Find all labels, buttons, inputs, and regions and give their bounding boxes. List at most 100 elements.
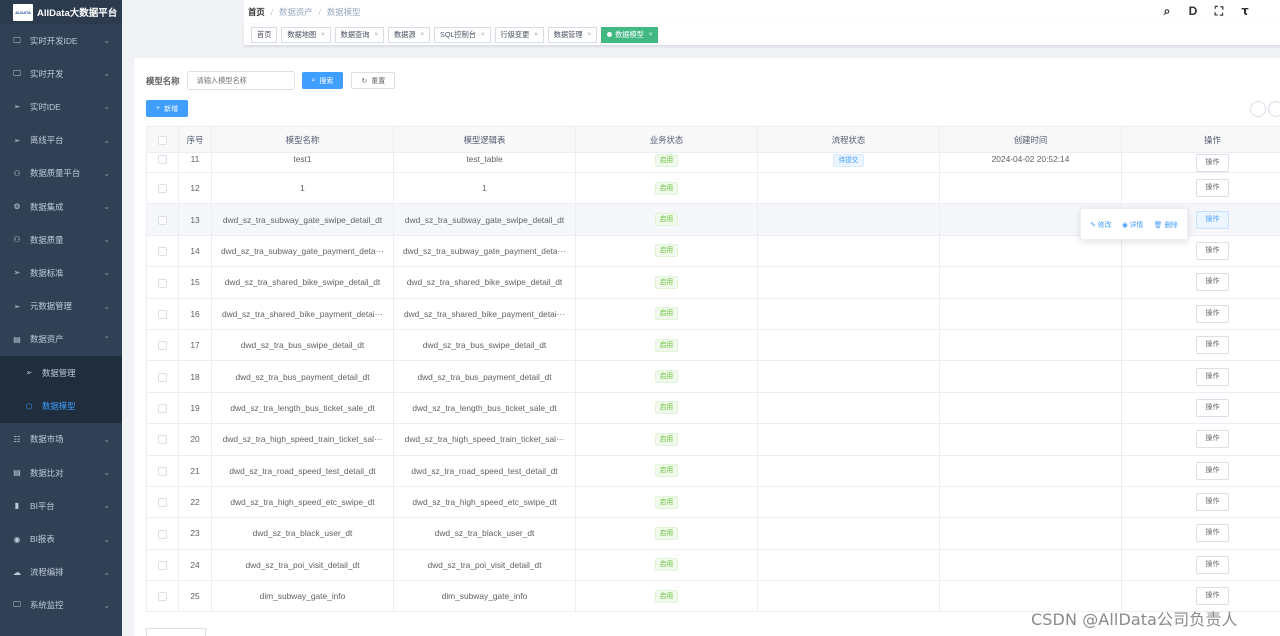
table-row[interactable]: 20 dwd_sz_tra_high_speed_train_ticket_sal…	[146, 423, 1280, 456]
operation-button[interactable]: 操作	[1196, 367, 1229, 386]
row-checkbox[interactable]	[158, 278, 167, 288]
search-icon[interactable]: ⌕	[1160, 4, 1174, 19]
row-checkbox[interactable]	[158, 435, 167, 445]
tab-6[interactable]: 数据管理 ×	[547, 26, 598, 43]
operation-button[interactable]: 操作	[1196, 555, 1229, 574]
operation-button[interactable]: 操作	[1196, 398, 1229, 417]
row-checkbox[interactable]	[158, 404, 167, 414]
model-name-input[interactable]	[186, 71, 295, 90]
row-number: 16	[178, 297, 212, 330]
row-checkbox[interactable]	[158, 155, 167, 165]
sidebar-item-label: 数据比对	[30, 467, 64, 478]
sidebar-item[interactable]: ➢ 实时IDE ⌄	[0, 90, 122, 123]
operation-button[interactable]: 操作	[1196, 304, 1229, 323]
tab-5[interactable]: 行级变更 ×	[494, 26, 544, 43]
row-checkbox[interactable]	[158, 561, 167, 571]
sidebar-item[interactable]: ◉ BI报表 ⌄	[0, 522, 122, 555]
table-row[interactable]: 17 dwd_sz_tra_bus_swipe_detail_dt dwd_sz_t…	[146, 328, 1280, 362]
tab-7[interactable]: 数据模型 ×	[601, 26, 659, 43]
sidebar-item[interactable]: ⚙ 数据集成 ⌄	[0, 190, 122, 223]
row-checkbox[interactable]	[158, 247, 167, 257]
sidebar-item[interactable]: ☁ 流程编排 ⌄	[0, 556, 122, 589]
table-row[interactable]: 21 dwd_sz_tra_road_speed_test_detail_dt dw…	[146, 454, 1280, 487]
sidebar-item[interactable]: 🖵 实时开发 ⌄	[0, 57, 122, 90]
row-checkbox[interactable]	[158, 498, 167, 508]
sidebar-item[interactable]: ⚇ 数据质量平台 ⌄	[0, 157, 122, 190]
table-row[interactable]: 23 dwd_sz_tra_black_user_dt dwd_sz_tra_bla…	[146, 517, 1280, 550]
sidebar-item[interactable]: ➢ 离线平台 ⌄	[0, 124, 122, 157]
delete-action[interactable]: 🗑 删除	[1154, 219, 1178, 229]
operation-button[interactable]: 操作	[1196, 587, 1229, 606]
close-icon[interactable]: ×	[649, 32, 653, 38]
operation-button[interactable]: 操作	[1196, 461, 1229, 480]
row-checkbox[interactable]	[158, 372, 167, 382]
app-logo[interactable]: ALDATA AllData大数据平台	[0, 0, 122, 24]
close-icon[interactable]: ×	[374, 32, 378, 38]
sidebar-item[interactable]: ▤ 数据资产 ⌃	[0, 323, 122, 356]
operation-button[interactable]: 操作	[1196, 179, 1229, 198]
sidebar-item[interactable]: ⚇ 数据质量 ⌄	[0, 223, 122, 256]
business-status-badge: 启用	[654, 181, 679, 195]
row-checkbox[interactable]	[158, 184, 167, 194]
row-checkbox[interactable]	[158, 341, 167, 351]
table-row[interactable]: 12 1 1 启用 操作	[146, 171, 1280, 205]
toggle-search-icon[interactable]	[1250, 101, 1266, 117]
document-icon[interactable]: D	[1186, 4, 1200, 19]
row-checkbox[interactable]	[158, 529, 167, 539]
operation-button[interactable]: 操作	[1196, 241, 1229, 260]
row-checkbox[interactable]	[158, 592, 167, 602]
user-icon: ⚇	[13, 168, 21, 178]
column-header: 业务状态	[575, 126, 758, 153]
close-icon[interactable]: ×	[481, 32, 485, 38]
chevron-down-icon: ⌄	[103, 235, 110, 245]
sidebar-item[interactable]: ⬡ 数据模型	[0, 389, 122, 423]
detail-action[interactable]: ◉ 详情	[1122, 219, 1143, 229]
operation-button[interactable]: 操作	[1196, 524, 1229, 543]
sidebar-item[interactable]: ☷ 数据市场 ⌄	[0, 423, 122, 456]
row-checkbox[interactable]	[158, 309, 167, 319]
reset-button[interactable]: ↻ 重置	[351, 72, 396, 89]
operation-button[interactable]: 操作	[1196, 273, 1229, 292]
sidebar-item[interactable]: ➢ 元数据管理 ⌄	[0, 290, 122, 323]
close-icon[interactable]: ×	[321, 32, 325, 38]
operation-button[interactable]: 操作	[1196, 154, 1229, 172]
select-all-checkbox[interactable]	[146, 126, 179, 153]
operation-button[interactable]: 操作	[1196, 493, 1229, 512]
breadcrumb-home[interactable]: 首页	[248, 6, 265, 18]
edit-action[interactable]: ✎ 修改	[1090, 219, 1111, 229]
sidebar-item[interactable]: 🖵 实时开发IDE ⌄	[0, 24, 122, 57]
row-checkbox[interactable]	[158, 215, 167, 225]
table-row[interactable]: 22 dwd_sz_tra_high_speed_etc_swipe_dt dwd_…	[146, 485, 1280, 519]
table-row[interactable]: 11 test1 test_table 启用 待提交 2024-04-02 20:52:1…	[146, 152, 1280, 173]
sidebar-item[interactable]: 🖵 系统监控 ⌄	[0, 589, 122, 622]
font-size-icon[interactable]: ꚍ	[1238, 4, 1252, 19]
row-checkbox[interactable]	[158, 466, 167, 476]
operation-button[interactable]: 操作	[1196, 210, 1229, 229]
sidebar-item[interactable]: ➢ 数据标准 ⌄	[0, 256, 122, 289]
tab-4[interactable]: SQL控制台 ×	[434, 26, 491, 43]
close-icon[interactable]: ×	[421, 32, 425, 38]
sidebar-item[interactable]: ▤ 数据比对 ⌄	[0, 456, 122, 489]
sidebar-item[interactable]: ▮ BI平台 ⌄	[0, 489, 122, 522]
row-checkbox-col	[146, 454, 179, 487]
table-row[interactable]: 19 dwd_sz_tra_length_bus_ticket_sale_dt dw…	[146, 391, 1280, 425]
table-row[interactable]: 24 dwd_sz_tra_poi_visit_detail_dt dwd_sz_t…	[146, 548, 1280, 582]
add-button[interactable]: + 新增	[146, 100, 189, 117]
page-size-select[interactable]	[146, 628, 206, 636]
search-button[interactable]: ⌕ 搜索	[301, 72, 344, 89]
flow-status-badge-col	[757, 266, 940, 299]
close-icon[interactable]: ×	[588, 32, 592, 38]
fullscreen-icon[interactable]: ⛶	[1212, 4, 1226, 19]
sidebar-item[interactable]: ➢ 数据管理	[0, 355, 122, 390]
operation-button[interactable]: 操作	[1196, 430, 1229, 449]
tab-0[interactable]: 首页	[251, 26, 278, 43]
operation-button[interactable]: 操作	[1196, 336, 1229, 355]
tab-2[interactable]: 数据查询 ×	[334, 26, 384, 43]
table-row[interactable]: 18 dwd_sz_tra_bus_payment_detail_dt dwd_sz…	[146, 360, 1280, 393]
table-row[interactable]: 16 dwd_sz_tra_shared_bike_payment_detai··…	[146, 297, 1280, 330]
tab-1[interactable]: 数据地图 ×	[281, 26, 331, 43]
table-row[interactable]: 15 dwd_sz_tra_shared_bike_swipe_detail_dt…	[146, 266, 1280, 299]
refresh-table-icon[interactable]	[1268, 101, 1280, 117]
close-icon[interactable]: ×	[534, 32, 538, 38]
tab-3[interactable]: 数据源 ×	[387, 26, 431, 43]
